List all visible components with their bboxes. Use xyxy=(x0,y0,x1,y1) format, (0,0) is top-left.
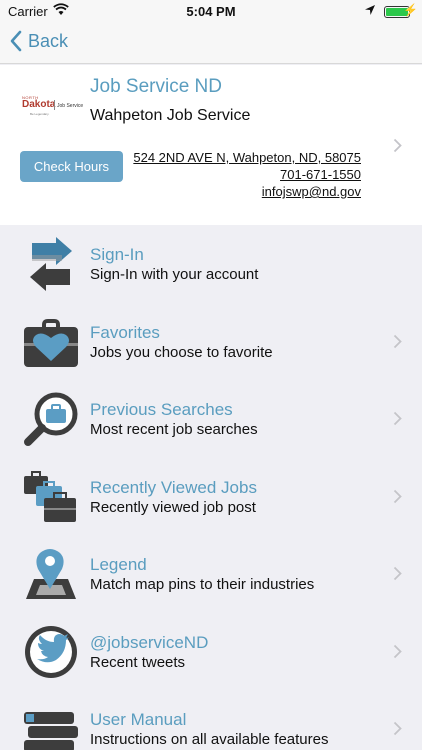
menu-item-title: Recently Viewed Jobs xyxy=(90,477,257,497)
menu-item-title: @jobserviceND xyxy=(90,632,209,652)
menu-item-subtitle: Recent tweets xyxy=(90,653,186,671)
office-name: Wahpeton Job Service xyxy=(90,107,251,124)
chevron-right-icon xyxy=(393,411,402,426)
menu-item-title: Legend xyxy=(90,555,147,574)
location-arrow-icon xyxy=(365,5,375,15)
nd-job-service-logo: NORTH Dakota Job Service Be Legendary. xyxy=(22,95,84,116)
chevron-left-icon xyxy=(10,30,22,52)
menu-item-subtitle: Most recent job searches xyxy=(90,421,258,438)
charging-icon: ⚡ xyxy=(403,3,418,17)
menu-item-subtitle: Match map pins to their industries xyxy=(90,576,315,593)
chevron-right-icon xyxy=(393,566,402,581)
chevron-right-icon xyxy=(393,489,402,503)
magnifier-briefcase-icon xyxy=(24,392,78,446)
back-button[interactable]: Back xyxy=(10,30,68,52)
briefcase-stack-icon xyxy=(24,470,76,522)
email-link[interactable]: infojswp@nd.gov xyxy=(262,184,361,199)
books-icon xyxy=(24,712,78,750)
menu-item-title: Favorites xyxy=(90,322,160,342)
office-title: Job Service ND xyxy=(90,76,222,97)
sign-in-arrows-icon xyxy=(30,237,72,291)
menu-item-recently-viewed-jobs[interactable]: Recently Viewed Jobs Recently viewed job… xyxy=(0,458,422,536)
menu-item-user-manual[interactable]: User Manual Instructions on all availabl… xyxy=(0,690,422,750)
menu-item-sign-in[interactable]: Sign-In Sign-In with your account xyxy=(0,225,422,303)
status-bar: Carrier 5:04 PM ⚡ xyxy=(0,0,422,24)
address-link[interactable]: 524 2ND AVE N, Wahpeton, ND, 58075 xyxy=(133,150,361,165)
phone-link[interactable]: 701-671-1550 xyxy=(280,167,361,182)
chevron-right-icon xyxy=(393,138,402,153)
check-hours-button[interactable]: Check Hours xyxy=(20,151,123,182)
menu-item-previous-searches[interactable]: Previous Searches Most recent job search… xyxy=(0,380,422,458)
office-card[interactable]: NORTH Dakota Job Service Be Legendary. J… xyxy=(0,65,422,225)
menu-item-favorites[interactable]: Favorites Jobs you choose to favorite xyxy=(0,303,422,381)
chevron-right-icon xyxy=(393,334,402,348)
chevron-right-icon xyxy=(393,644,402,658)
menu-item-legend[interactable]: Legend Match map pins to their industrie… xyxy=(0,535,422,613)
menu-item-subtitle: Sign-In with your account xyxy=(90,266,259,283)
twitter-bird-icon xyxy=(25,625,77,678)
chevron-right-icon xyxy=(393,721,402,736)
map-pin-icon xyxy=(26,549,76,599)
menu-list: Sign-In Sign-In with your account Favori… xyxy=(0,225,422,750)
menu-item-subtitle: Recently viewed job post xyxy=(90,498,256,516)
menu-item-subtitle: Jobs you choose to favorite xyxy=(90,343,273,361)
back-label: Back xyxy=(28,30,69,51)
menu-item-twitter[interactable]: @jobserviceND Recent tweets xyxy=(0,613,422,691)
menu-item-title: Previous Searches xyxy=(90,400,233,419)
clock: 5:04 PM xyxy=(186,4,236,19)
navigation-bar: Back xyxy=(0,24,422,64)
menu-item-title: User Manual xyxy=(90,710,187,729)
menu-item-subtitle: Instructions on all available features xyxy=(90,731,329,748)
menu-item-title: Sign-In xyxy=(90,245,144,264)
briefcase-heart-icon xyxy=(24,318,78,367)
